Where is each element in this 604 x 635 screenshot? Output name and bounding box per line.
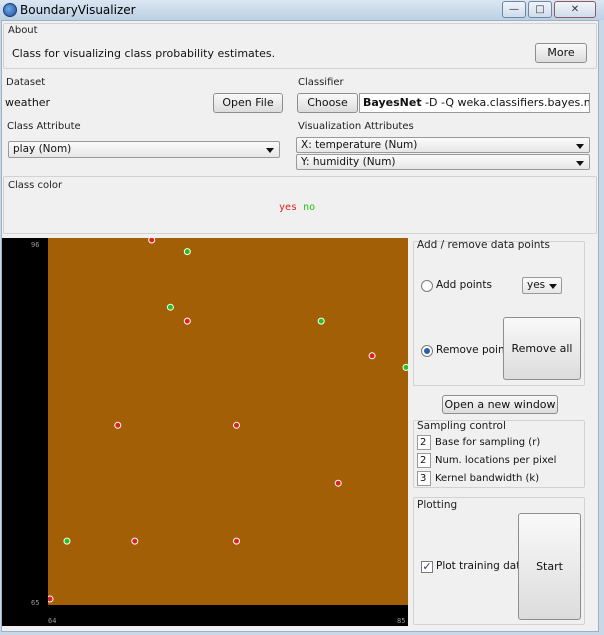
legend-yes: yes [279, 202, 298, 213]
checkmark-icon: ✓ [422, 560, 432, 573]
maximize-icon: □ [535, 4, 545, 15]
start-button[interactable]: Start [518, 513, 581, 620]
chevron-down-icon [576, 161, 584, 166]
y-attribute-select[interactable]: Y: humidity (Num) [296, 154, 590, 170]
data-point-no[interactable] [317, 317, 325, 325]
y-attribute-value: Y: humidity (Num) [301, 156, 396, 168]
data-point-yes[interactable] [131, 537, 139, 545]
class-color-label: Class color [8, 180, 63, 191]
sampling-label: Sampling control [417, 420, 506, 432]
chevron-down-icon [266, 148, 274, 153]
minimize-icon: — [509, 4, 519, 15]
base-sampling-label: Base for sampling (r) [435, 437, 541, 448]
classifier-name: BayesNet [363, 96, 422, 109]
class-attribute-label: Class Attribute [7, 121, 81, 132]
remove-all-button[interactable]: Remove all [503, 317, 581, 380]
x-min-label: 64 [48, 617, 57, 625]
add-remove-label: Add / remove data points [417, 239, 550, 251]
data-point-yes[interactable] [233, 537, 240, 545]
about-label: About [8, 25, 38, 36]
base-sampling-input[interactable]: 2 [417, 435, 431, 450]
open-file-button[interactable]: Open File [213, 93, 283, 113]
classifier-field[interactable]: BayesNet -D -Q weka.classifiers.bayes.ne… [359, 93, 590, 113]
about-description: Class for visualizing class probability … [12, 47, 276, 60]
add-class-select[interactable]: yes [522, 277, 562, 294]
add-remove-panel: Add / remove data points Add points yes … [413, 239, 585, 386]
data-point-yes[interactable] [368, 352, 376, 360]
chevron-down-icon [549, 284, 557, 289]
app-icon [3, 3, 17, 17]
data-point-yes[interactable] [114, 421, 122, 429]
class-color-panel: Class color yes no [3, 176, 597, 234]
class-color-legend: yes no [279, 202, 315, 213]
chevron-down-icon [576, 144, 584, 149]
plot-background [48, 238, 408, 605]
plot-canvas[interactable] [48, 238, 408, 605]
plotting-label: Plotting [417, 499, 458, 511]
sampling-panel: Sampling control 2 Base for sampling (r)… [413, 420, 585, 488]
dataset-label: Dataset [6, 77, 46, 88]
data-point-no[interactable] [402, 363, 408, 371]
x-max-label: 85 [397, 617, 406, 625]
data-point-yes[interactable] [148, 238, 156, 244]
classifier-options: -D -Q weka.classifiers.bayes.net.searc [425, 96, 590, 109]
classifier-label: Classifier [298, 77, 344, 88]
locations-per-pixel-input[interactable]: 2 [417, 453, 431, 468]
data-point-no[interactable] [63, 537, 71, 545]
plot-training-checkbox[interactable]: ✓ [421, 561, 433, 573]
y-max-label: 96 [31, 241, 40, 249]
minimize-button[interactable]: — [502, 1, 526, 18]
locations-per-pixel-label: Num. locations per pixel [435, 455, 557, 466]
class-attribute-value: play (Nom) [13, 143, 72, 155]
x-attribute-select[interactable]: X: temperature (Num) [296, 137, 590, 153]
data-point-yes[interactable] [48, 595, 54, 603]
close-button[interactable]: ✕ [554, 1, 596, 18]
plot-training-label: Plot training data [436, 560, 527, 572]
choose-classifier-button[interactable]: Choose [297, 93, 358, 113]
y-min-label: 65 [31, 599, 40, 607]
class-attribute-select[interactable]: play (Nom) [8, 141, 280, 158]
data-point-no[interactable] [183, 248, 191, 256]
add-class-value: yes [527, 279, 546, 291]
dataset-name: weather [5, 96, 51, 109]
close-icon: ✕ [570, 4, 580, 15]
legend-no: no [303, 202, 316, 213]
kernel-bandwidth-label: Kernel bandwidth (k) [435, 473, 540, 484]
maximize-button[interactable]: □ [528, 1, 552, 18]
window-title: BoundaryVisualizer [20, 3, 136, 17]
open-new-window-button[interactable]: Open a new window [442, 395, 558, 414]
data-point-no[interactable] [166, 303, 174, 311]
visualization-label: Visualization Attributes [298, 121, 414, 132]
boundary-plot[interactable]: 96 65 64 85 [2, 238, 408, 626]
x-attribute-value: X: temperature (Num) [301, 139, 418, 151]
about-panel: About Class for visualizing class probab… [3, 23, 597, 69]
add-points-radio[interactable] [421, 280, 433, 292]
add-points-label: Add points [436, 279, 492, 291]
kernel-bandwidth-input[interactable]: 3 [417, 471, 431, 486]
data-point-yes[interactable] [233, 421, 240, 429]
more-button[interactable]: More [535, 43, 587, 63]
plotting-panel: Plotting ✓ Plot training data Start [413, 497, 585, 625]
remove-points-radio[interactable] [421, 345, 433, 357]
data-point-yes[interactable] [183, 317, 191, 325]
data-point-yes[interactable] [334, 479, 342, 487]
